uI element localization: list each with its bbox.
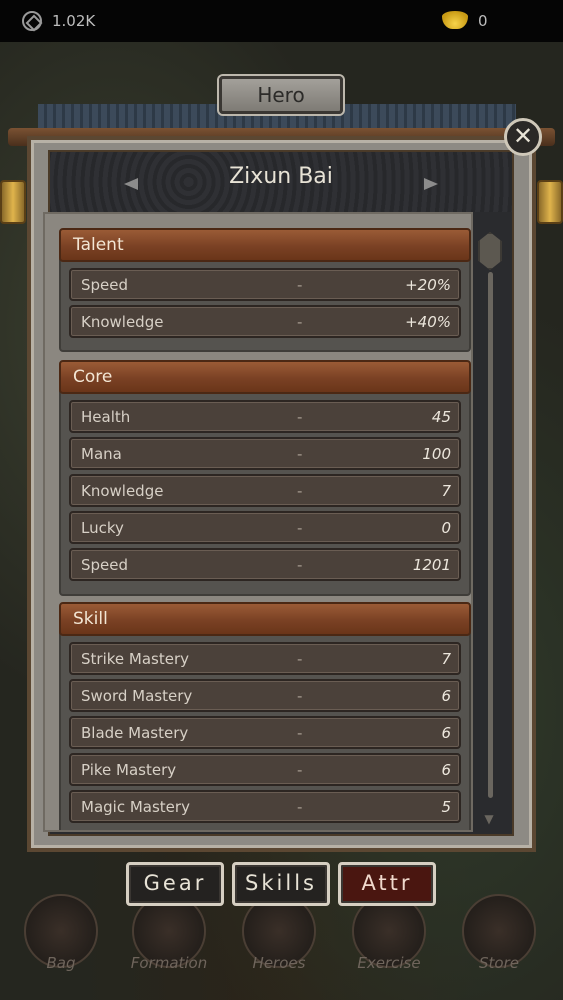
attribute-label: Blade Mastery xyxy=(81,724,189,742)
attribute-row: Sword Mastery - 6 xyxy=(69,679,461,712)
attribute-list[interactable]: Talent Speed - +20% Knowledge - +40% Cor… xyxy=(43,212,473,832)
attribute-label: Knowledge xyxy=(81,482,164,500)
nav-label-bag: Bag xyxy=(46,954,76,972)
coin-count: 1.02K xyxy=(52,12,96,30)
attribute-value: +40% xyxy=(405,313,451,331)
attribute-row: Knowledge - +40% xyxy=(69,305,461,338)
attribute-separator: - xyxy=(297,556,303,574)
section-title: Skill xyxy=(59,602,471,636)
attribute-separator: - xyxy=(297,519,303,537)
attribute-separator: - xyxy=(297,798,303,816)
attribute-separator: - xyxy=(297,482,303,500)
attribute-value: 6 xyxy=(441,724,451,742)
attribute-row: Mana - 100 xyxy=(69,437,461,470)
attribute-value: 7 xyxy=(441,482,451,500)
attribute-value: 100 xyxy=(422,445,451,463)
attribute-row: Magic Mastery - 5 xyxy=(69,790,461,823)
attribute-label: Mana xyxy=(81,445,122,463)
coin-icon xyxy=(22,11,42,31)
status-bar: 1.02K 0 xyxy=(0,0,563,42)
attribute-row: Blade Mastery - 6 xyxy=(69,716,461,749)
attribute-value: 1201 xyxy=(412,556,451,574)
attribute-separator: - xyxy=(297,445,303,463)
section-title: Core xyxy=(59,360,471,394)
attribute-row: Lucky - 0 xyxy=(69,511,461,544)
attribute-separator: - xyxy=(297,408,303,426)
attribute-row: Strike Mastery - 7 xyxy=(69,642,461,675)
attribute-separator: - xyxy=(297,724,303,742)
ingot-count: 0 xyxy=(478,12,488,30)
chevron-down-icon[interactable]: ▼ xyxy=(481,812,497,826)
tab-skills[interactable]: Skills xyxy=(232,862,330,906)
attribute-value: 6 xyxy=(441,687,451,705)
close-icon[interactable]: ✕ xyxy=(504,118,542,156)
hero-name: Zixun Bai xyxy=(229,164,333,189)
section-title: Talent xyxy=(59,228,471,262)
attribute-row: Pike Mastery - 6 xyxy=(69,753,461,786)
nav-label-heroes: Heroes xyxy=(252,954,306,972)
attribute-value: +20% xyxy=(405,276,451,294)
nav-label-formation: Formation xyxy=(130,954,208,972)
right-scroll-ornament xyxy=(537,180,563,224)
ingot-icon xyxy=(442,11,468,29)
attribute-value: 0 xyxy=(441,519,451,537)
attribute-value: 6 xyxy=(441,761,451,779)
attribute-label: Sword Mastery xyxy=(81,687,193,705)
attribute-label: Pike Mastery xyxy=(81,761,177,779)
attribute-row: Knowledge - 7 xyxy=(69,474,461,507)
panel-header: Zixun Bai xyxy=(50,152,512,212)
attribute-label: Speed xyxy=(81,276,129,294)
scrollbar[interactable]: ▼ xyxy=(478,232,502,826)
hero-tab-title: Hero xyxy=(219,76,343,114)
nav-label-exercise: Exercise xyxy=(357,954,421,972)
attribute-value: 45 xyxy=(431,408,451,426)
attribute-label: Speed xyxy=(81,556,129,574)
attribute-row: Health - 45 xyxy=(69,400,461,433)
attribute-separator: - xyxy=(297,276,303,294)
attribute-row: Speed - 1201 xyxy=(69,548,461,581)
scroll-track[interactable] xyxy=(488,272,493,798)
attribute-separator: - xyxy=(297,650,303,668)
tab-attr[interactable]: Attr xyxy=(338,862,436,906)
arrow-right-icon[interactable] xyxy=(424,178,438,190)
attribute-separator: - xyxy=(297,761,303,779)
attribute-label: Knowledge xyxy=(81,313,164,331)
attribute-label: Health xyxy=(81,408,131,426)
attribute-value: 5 xyxy=(441,798,451,816)
left-scroll-ornament xyxy=(0,180,26,224)
attribute-label: Strike Mastery xyxy=(81,650,189,668)
nav-label-store: Store xyxy=(479,954,519,972)
attribute-separator: - xyxy=(297,687,303,705)
attribute-separator: - xyxy=(297,313,303,331)
attribute-row: Speed - +20% xyxy=(69,268,461,301)
tab-gear[interactable]: Gear xyxy=(126,862,224,906)
attribute-label: Lucky xyxy=(81,519,124,537)
attribute-label: Magic Mastery xyxy=(81,798,190,816)
attribute-value: 7 xyxy=(441,650,451,668)
